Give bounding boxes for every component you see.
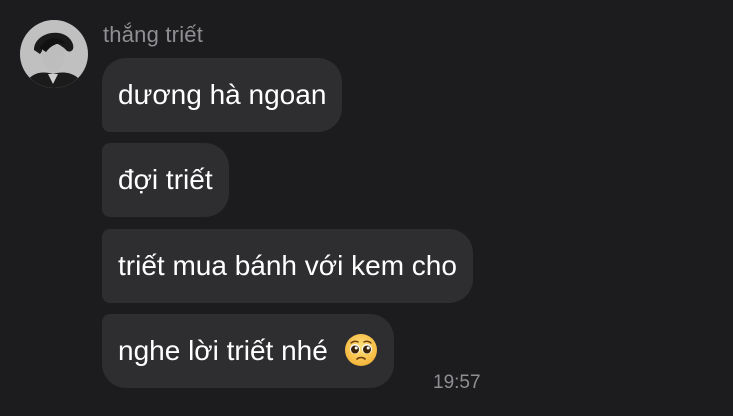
chat-screen: thắng triết dương hà ngoan đợi triết tri… [0, 0, 733, 416]
pleading-face-emoji-icon [344, 333, 377, 366]
message-bubble[interactable]: dương hà ngoan [102, 58, 343, 132]
message-text: triết mua bánh với kem cho [118, 250, 457, 281]
avatar-image [20, 20, 88, 88]
message-bubble[interactable]: nghe lời triết nhé [102, 314, 394, 388]
message-bubble[interactable]: đợi triết [102, 143, 229, 217]
message-text: dương hà ngoan [118, 79, 327, 110]
message-timestamp: 19:57 [433, 372, 481, 393]
message-text: nghe lời triết nhé [118, 335, 328, 366]
message-bubble[interactable]: triết mua bánh với kem cho [102, 229, 473, 303]
message-text: đợi triết [118, 164, 213, 195]
sender-name: thắng triết [103, 22, 204, 47]
avatar[interactable] [20, 20, 88, 88]
